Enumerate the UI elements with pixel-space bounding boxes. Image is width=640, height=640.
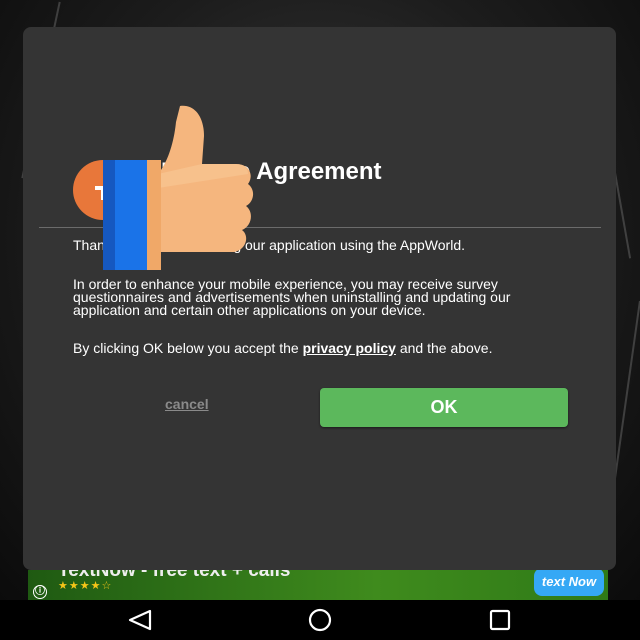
recent-apps-icon[interactable] [480,608,520,632]
thumbs-up-icon [98,102,260,274]
acceptance-text: By clicking OK below you accept the priv… [73,340,573,356]
ad-banner[interactable]: TextNow - free text + calls ⓘ ★★★★☆ [28,570,608,600]
android-nav-bar [0,600,640,640]
rating-stars: ★★★★☆ [58,580,113,592]
acceptance-prefix: By clicking OK below you accept the [73,340,303,356]
ok-button[interactable]: OK [320,388,568,427]
back-icon[interactable] [120,608,160,632]
cancel-button[interactable]: cancel [165,396,209,412]
privacy-policy-link[interactable]: privacy policy [303,340,396,356]
info-icon[interactable]: ⓘ [33,585,47,599]
home-icon[interactable] [300,608,340,632]
ad-app-logo[interactable]: text Now [534,568,604,596]
acceptance-suffix: and the above. [395,340,493,356]
disclosure-text: In order to enhance your mobile experien… [73,276,511,318]
